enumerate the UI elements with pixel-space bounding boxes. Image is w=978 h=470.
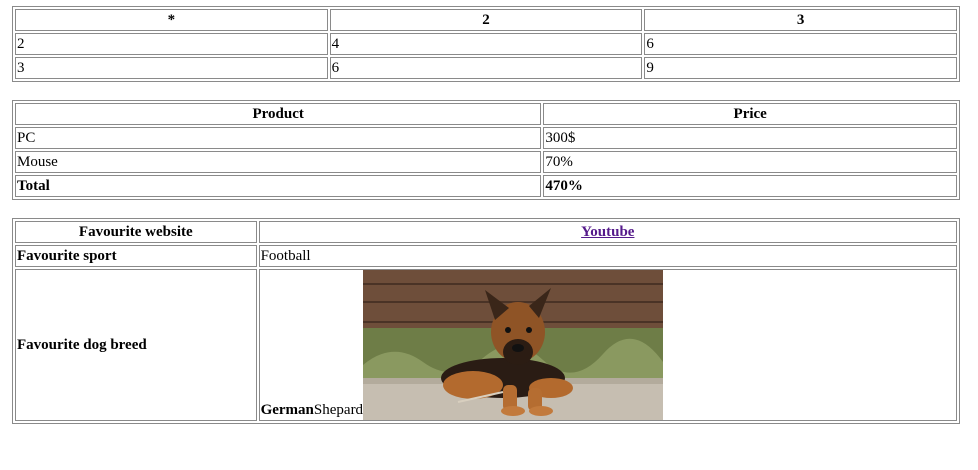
favourite-website-cell: Youtube bbox=[258, 221, 957, 243]
product-name: Mouse bbox=[15, 151, 542, 173]
table-row: Favourite website Youtube bbox=[15, 221, 957, 243]
table-row: 3 6 9 bbox=[15, 57, 957, 79]
total-row: Total 470% bbox=[15, 175, 957, 197]
favourite-website-label: Favourite website bbox=[15, 221, 257, 243]
table-cell: 4 bbox=[329, 33, 643, 55]
table-row: 2 4 6 bbox=[15, 33, 957, 55]
favourites-table: Favourite website Youtube Favourite spor… bbox=[12, 218, 960, 424]
german-shepherd-puppy-photo bbox=[363, 270, 664, 420]
favourite-dog-label: Favourite dog breed bbox=[15, 269, 257, 421]
product-price: 70% bbox=[543, 151, 957, 173]
table-row: PC 300$ bbox=[15, 127, 957, 149]
youtube-link[interactable]: Youtube bbox=[581, 224, 634, 240]
table-cell: 6 bbox=[329, 57, 643, 79]
favourite-sport-label: Favourite sport bbox=[15, 245, 257, 267]
product-table: Product Price PC 300$ Mouse 70% Total 47… bbox=[12, 100, 960, 200]
dog-breed-text: GermanShepard bbox=[261, 400, 363, 420]
table-header-cell: * bbox=[15, 9, 328, 31]
page-content: * 2 3 2 4 6 3 6 9 Product Price PC 300$ … bbox=[0, 0, 978, 424]
table-header-row: * 2 3 bbox=[15, 9, 957, 31]
table-row: Mouse 70% bbox=[15, 151, 957, 173]
table-cell: 6 bbox=[644, 33, 957, 55]
product-header: Product bbox=[15, 103, 542, 125]
price-header: Price bbox=[543, 103, 957, 125]
table-header-cell: 3 bbox=[644, 9, 957, 31]
favourite-sport-value: Football bbox=[258, 245, 957, 267]
table-cell: 2 bbox=[15, 33, 328, 55]
dog-breed-rest: Shepard bbox=[313, 402, 364, 418]
table-header-row: Product Price bbox=[15, 103, 957, 125]
table-row: Favourite dog breed GermanShepard bbox=[15, 269, 957, 421]
multiplication-table: * 2 3 2 4 6 3 6 9 bbox=[12, 6, 960, 82]
table-cell: 3 bbox=[15, 57, 328, 79]
product-name: PC bbox=[15, 127, 542, 149]
favourite-dog-value: GermanShepard bbox=[258, 269, 957, 421]
total-label: Total bbox=[15, 175, 542, 197]
product-price: 300$ bbox=[543, 127, 957, 149]
table-cell: 9 bbox=[644, 57, 957, 79]
total-value: 470% bbox=[543, 175, 957, 197]
dog-breed-bold: German bbox=[260, 402, 314, 418]
table-header-cell: 2 bbox=[329, 9, 643, 31]
table-row: Favourite sport Football bbox=[15, 245, 957, 267]
